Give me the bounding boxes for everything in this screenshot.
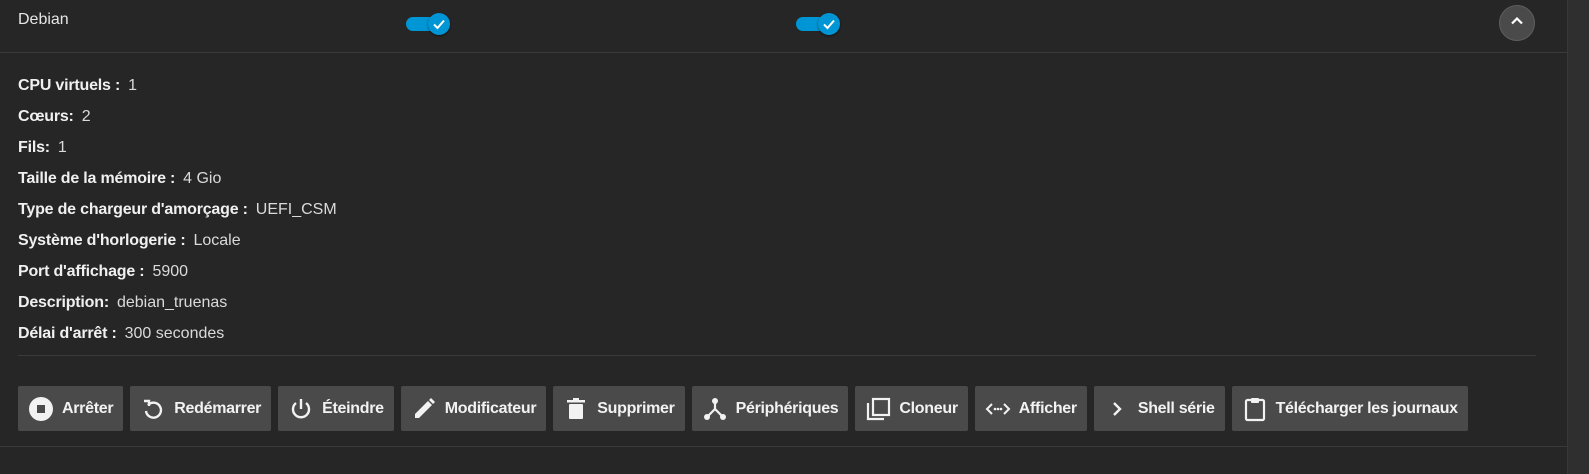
detail-value: 4 Gio: [183, 169, 222, 187]
vm-details: CPU virtuels : 1 Cœurs: 2 Fils: 1 Taille…: [18, 70, 337, 349]
display-button[interactable]: Afficher: [974, 386, 1087, 431]
check-icon: [428, 13, 450, 35]
detail-label: Type de chargeur d'amorçage :: [18, 200, 248, 218]
autostart-toggle[interactable]: [406, 13, 452, 35]
clone-button[interactable]: Cloneur: [855, 386, 968, 431]
divider: [18, 355, 1536, 356]
detail-row-bootloader: Type de chargeur d'amorçage : UEFI_CSM: [18, 194, 337, 225]
detail-label: Taille de la mémoire :: [18, 169, 176, 187]
button-label: Afficher: [1018, 399, 1077, 417]
detail-row-vcpus: CPU virtuels : 1: [18, 70, 337, 101]
detail-row-clock: Système d'horlogerie : Locale: [18, 225, 337, 256]
detail-row-shutdown-timeout: Délai d'arrêt : 300 secondes: [18, 318, 337, 349]
running-toggle[interactable]: [796, 13, 842, 35]
detail-value: 300 secondes: [124, 324, 225, 342]
power-icon: [288, 396, 314, 422]
clone-icon: [865, 396, 891, 422]
detail-value: Locale: [193, 231, 241, 249]
serial-shell-button[interactable]: Shell série: [1093, 386, 1225, 431]
vm-actions: Arrêter Redémarrer Éteindre Modificateur…: [18, 386, 1468, 431]
display-icon: [985, 396, 1011, 422]
button-label: Cloneur: [899, 399, 958, 417]
stop-button[interactable]: Arrêter: [18, 386, 124, 431]
delete-button[interactable]: Supprimer: [553, 386, 685, 431]
detail-row-memory: Taille de la mémoire : 4 Gio: [18, 163, 337, 194]
restart-icon: [140, 396, 166, 422]
detail-label: Description:: [18, 293, 109, 311]
button-label: Périphériques: [735, 399, 839, 417]
button-label: Modificateur: [444, 399, 537, 417]
detail-label: Système d'horlogerie :: [18, 231, 186, 249]
button-label: Télécharger les journaux: [1275, 399, 1459, 417]
scrollbar[interactable]: [1567, 0, 1589, 474]
detail-value: debian_truenas: [116, 293, 228, 311]
button-label: Éteindre: [322, 399, 384, 417]
detail-row-display-port: Port d'affichage : 5900: [18, 256, 337, 287]
devices-icon: [702, 396, 728, 422]
chevron-up-icon: [1509, 13, 1525, 34]
clipboard-icon: [1242, 396, 1268, 422]
detail-value: 5900: [152, 262, 189, 280]
collapse-button[interactable]: [1499, 5, 1535, 41]
download-logs-button[interactable]: Télécharger les journaux: [1231, 386, 1468, 431]
power-off-button[interactable]: Éteindre: [278, 386, 394, 431]
detail-row-description: Description: debian_truenas: [18, 287, 337, 318]
detail-label: Port d'affichage :: [18, 262, 145, 280]
detail-label: Cœurs:: [18, 107, 74, 125]
detail-value: 1: [57, 138, 67, 156]
button-label: Shell série: [1137, 399, 1215, 417]
detail-value: 2: [81, 107, 91, 125]
detail-row-threads: Fils: 1: [18, 132, 337, 163]
vm-row-header[interactable]: Debian: [0, 0, 1567, 53]
detail-label: Délai d'arrêt :: [18, 324, 117, 342]
vm-name: Debian: [18, 11, 69, 28]
devices-button[interactable]: Périphériques: [691, 386, 849, 431]
button-label: Redémarrer: [174, 399, 262, 417]
button-label: Arrêter: [62, 399, 114, 417]
detail-value: UEFI_CSM: [255, 200, 337, 218]
detail-label: CPU virtuels :: [18, 76, 121, 94]
trash-icon: [563, 396, 589, 422]
edit-button[interactable]: Modificateur: [400, 386, 547, 431]
detail-value: 1: [128, 76, 138, 94]
chevron-right-icon: [1104, 396, 1130, 422]
stop-circle-icon: [28, 396, 54, 422]
divider: [0, 446, 1567, 447]
detail-row-cores: Cœurs: 2: [18, 101, 337, 132]
button-label: Supprimer: [597, 399, 675, 417]
check-icon: [818, 13, 840, 35]
pencil-icon: [411, 396, 437, 422]
restart-button[interactable]: Redémarrer: [130, 386, 272, 431]
detail-label: Fils:: [18, 138, 50, 156]
